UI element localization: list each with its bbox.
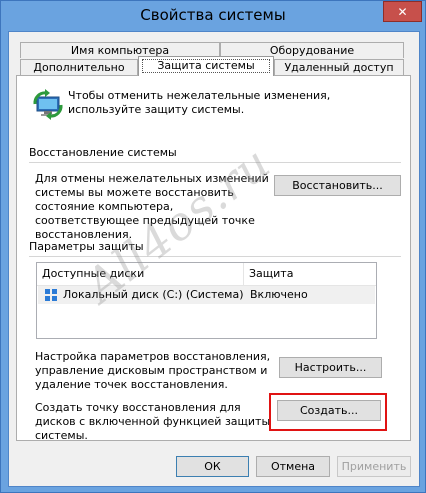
cancel-button[interactable]: Отмена: [256, 456, 330, 477]
close-button[interactable]: ✕: [383, 1, 422, 22]
restore-divider: [29, 162, 401, 163]
table-row[interactable]: Локальный диск (C:) (Система) Включено: [38, 286, 375, 304]
restore-button[interactable]: Восстановить...: [274, 175, 401, 196]
drive-protection-status: Включено: [250, 288, 308, 301]
column-available-drives[interactable]: Доступные диски: [42, 267, 144, 280]
window-title: Свойства системы: [140, 6, 286, 24]
column-separator: [243, 263, 244, 285]
drive-icon: [44, 288, 58, 302]
tab-advanced[interactable]: Дополнительно: [20, 59, 138, 75]
create-description: Создать точку восстановления для дисков …: [35, 401, 271, 442]
highlight-box: [269, 393, 387, 431]
column-protection[interactable]: Защита: [249, 267, 293, 280]
restore-description: Для отмены нежелательных изменений систе…: [35, 172, 269, 241]
configure-description: Настройка параметров восстановления, упр…: [35, 350, 271, 391]
drive-name: Локальный диск (C:) (Система): [63, 288, 244, 301]
system-protection-icon: [32, 88, 64, 120]
restore-section-label: Восстановление системы: [29, 146, 177, 159]
info-text: Чтобы отменить нежелательные изменения, …: [68, 89, 331, 116]
active-tab-focus: [142, 59, 270, 73]
close-icon: ✕: [397, 4, 408, 19]
tab-remote-access[interactable]: Удаленный доступ: [274, 59, 404, 75]
protection-section-label: Параметры защиты: [29, 240, 144, 253]
drives-list-header: Доступные диски Защита: [37, 263, 376, 286]
configure-button[interactable]: Настроить...: [279, 357, 382, 378]
title-bar[interactable]: Свойства системы ✕: [0, 0, 426, 31]
drives-list[interactable]: Доступные диски Защита Локальный диск (C…: [36, 262, 377, 339]
protection-divider: [29, 256, 401, 257]
apply-button[interactable]: Применить: [337, 456, 411, 477]
ok-button[interactable]: ОК: [176, 456, 249, 477]
